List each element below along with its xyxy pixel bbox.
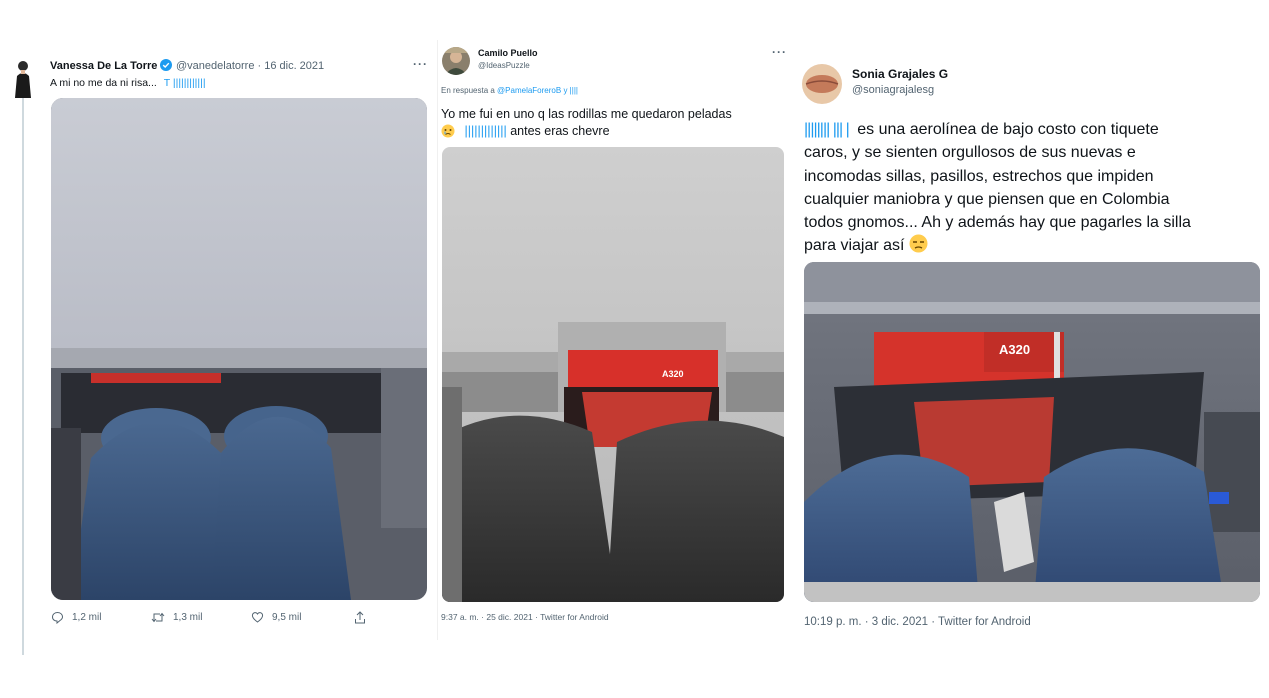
reply-button[interactable]: 1,2 mil: [51, 611, 101, 624]
seat-card-label: A320: [999, 342, 1030, 357]
author-handle[interactable]: @IdeasPuzzle: [478, 61, 530, 70]
svg-text:A320: A320: [662, 369, 684, 379]
handle-text[interactable]: @vanedelatorre: [176, 60, 254, 72]
verified-badge-icon: [160, 59, 173, 74]
tweet-line-4: cualquier maniobra y que piensen que en …: [804, 190, 1170, 208]
author-name-text[interactable]: Vanessa De La Torre: [50, 60, 157, 72]
tweet-line-6: para viajar así: [804, 234, 1191, 260]
like-count: 9,5 mil: [272, 611, 302, 623]
retweet-icon: [151, 612, 165, 623]
tweet-line-3: incomodas sillas, pasillos, estrechos qu…: [804, 167, 1154, 185]
reply-mentions[interactable]: y ||||: [563, 86, 578, 95]
reply-prefix: En respuesta a: [441, 86, 495, 95]
author-handle[interactable]: @soniagrajalesg: [852, 84, 934, 96]
retweet-count: 1,3 mil: [173, 612, 203, 623]
avatar[interactable]: [10, 58, 36, 98]
heart-icon: [251, 612, 264, 623]
retweet-button[interactable]: 1,3 mil: [151, 611, 202, 624]
tweet-text: Yo me fui en uno q las rodillas me queda…: [441, 106, 732, 143]
mention-tags[interactable]: |||||||| ||| |: [804, 121, 850, 138]
author-name[interactable]: Sonia Grajales G: [852, 67, 948, 81]
tweet-line-6-text: para viajar así: [804, 237, 905, 255]
author-handle[interactable]: @vanedelatorre · 16 dic. 2021: [176, 60, 324, 72]
photo-knees-pocket: A320: [442, 147, 784, 602]
tweet-date[interactable]: · 16 dic. 2021: [258, 60, 325, 72]
tweet-line-2-text: antes eras chevre: [510, 124, 610, 138]
tweet-text: A mi no me da ni risa... T ||||||||||||: [50, 77, 206, 89]
reply-context: En respuesta a @PamelaForeroB y ||||: [441, 86, 578, 95]
tweet-text: |||||||| ||| | es una aerolínea de bajo …: [804, 118, 1191, 261]
reply-to-link[interactable]: @PamelaForeroB: [497, 86, 561, 95]
tweet-panel-vanessa: Vanessa De La Torre @vanedelatorre · 16 …: [0, 40, 437, 655]
tweet-line-2: ||||||||||||| antes eras chevre: [441, 123, 732, 143]
reply-count: 1,2 mil: [72, 612, 102, 623]
share-icon: [355, 611, 365, 624]
avatar[interactable]: [442, 47, 470, 75]
tweet-timestamp[interactable]: 10:19 p. m. · 3 dic. 2021 · Twitter for …: [804, 616, 1031, 628]
tweet-photo[interactable]: A320: [442, 147, 784, 602]
tweet-panel-sonia: Sonia Grajales G @soniagrajalesg |||||||…: [792, 55, 1269, 640]
tweet-line-2: caros, y se sienten orgullosos de sus nu…: [804, 144, 1136, 162]
avatar[interactable]: [802, 64, 842, 104]
tweet-line-1: Yo me fui en uno q las rodillas me queda…: [441, 107, 732, 121]
tweet-timestamp[interactable]: 9:37 a. m. · 25 dic. 2021 · Twitter for …: [441, 612, 609, 622]
tweet-text-body: A mi no me da ni risa...: [50, 77, 157, 89]
thread-line: [22, 95, 24, 655]
mention-tags[interactable]: T ||||||||||||: [164, 77, 206, 89]
mention-tags[interactable]: |||||||||||||: [464, 124, 506, 138]
unamused-face-icon: [909, 234, 928, 260]
like-button[interactable]: 9,5 mil: [251, 611, 301, 623]
tweet-panel-camilo: Camilo Puello @IdeasPuzzle ··· En respue…: [437, 40, 789, 640]
tweet-line-5: todos gnomos... Ah y además hay que paga…: [804, 214, 1191, 232]
photo-knees-tray: [51, 98, 427, 600]
reply-icon: [51, 611, 64, 624]
author-name[interactable]: Camilo Puello: [478, 48, 538, 58]
tweet-line-1-text: es una aerolínea de bajo costo con tique…: [857, 121, 1159, 138]
author-name[interactable]: Vanessa De La Torre: [50, 59, 173, 74]
share-button[interactable]: [354, 611, 366, 624]
tweet-photo[interactable]: [51, 98, 427, 600]
tweet-photo[interactable]: A320: [804, 262, 1260, 602]
photo-knees-seat: A320: [804, 262, 1260, 602]
more-options-icon[interactable]: ···: [413, 57, 428, 71]
more-options-icon[interactable]: ···: [772, 45, 787, 59]
crying-face-icon: [441, 124, 455, 143]
tweet-line-1: |||||||| ||| | es una aerolínea de bajo …: [804, 118, 1191, 141]
